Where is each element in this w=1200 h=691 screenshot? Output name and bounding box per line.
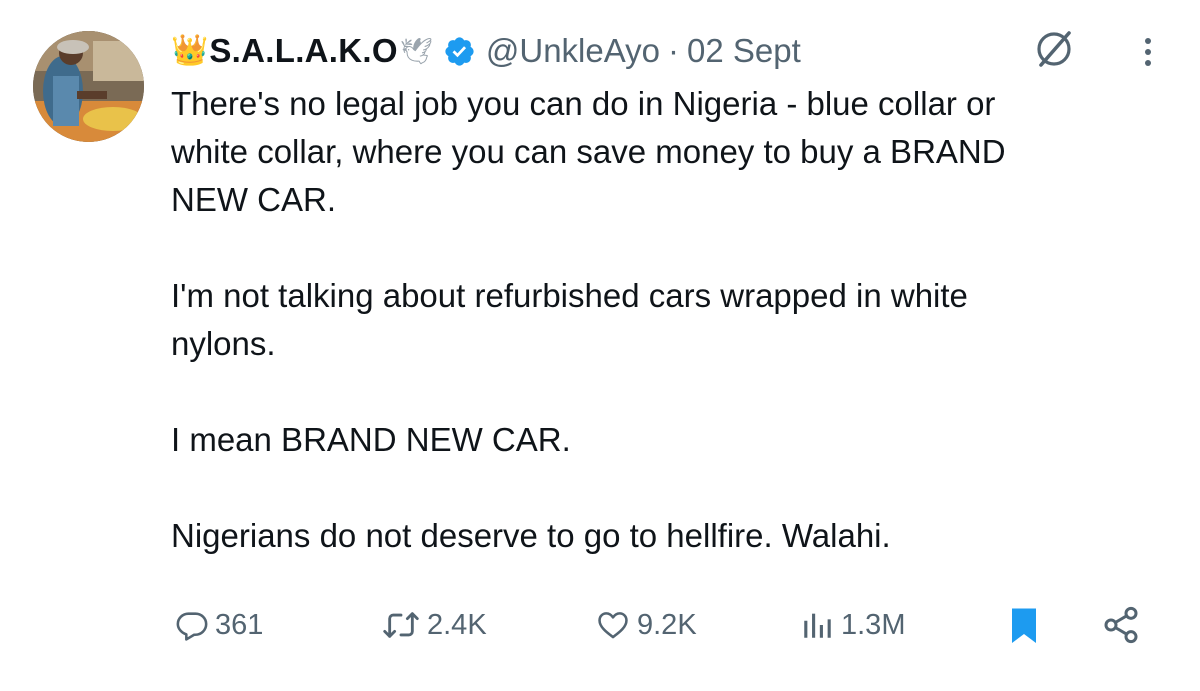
tweet-header: 👑 S.A.L.A.K.O 🕊 @UnkleAyo · 02 Sept — [171, 28, 801, 74]
share-button[interactable] — [1101, 600, 1141, 650]
reply-button[interactable]: 361 — [175, 600, 263, 650]
crown-emoji: 👑 — [171, 34, 209, 67]
dove-emoji: 🕊 — [399, 35, 433, 66]
repost-count: 2.4K — [427, 608, 487, 641]
tweet-date[interactable]: 02 Sept — [687, 32, 801, 70]
verified-badge-icon[interactable] — [443, 35, 476, 68]
views-chart-icon — [804, 613, 831, 638]
repost-button[interactable]: 2.4K — [381, 600, 487, 650]
avatar[interactable] — [33, 31, 144, 142]
views-count: 1.3M — [841, 608, 906, 641]
date-separator: · — [668, 32, 679, 69]
author-display-name[interactable]: S.A.L.A.K.O — [209, 32, 397, 70]
views-button[interactable]: 1.3M — [799, 600, 905, 650]
tweet-actions-bar: 361 2.4K 9.2K 1.3M — [171, 600, 1151, 650]
like-button[interactable]: 9.2K — [595, 600, 697, 650]
reply-icon — [176, 612, 208, 641]
share-icon — [1104, 606, 1138, 644]
author-handle[interactable]: @UnkleAyo — [486, 32, 660, 70]
heart-icon — [598, 612, 628, 639]
bookmark-button[interactable] — [1006, 600, 1042, 650]
more-vertical-icon[interactable] — [1133, 32, 1163, 72]
like-count: 9.2K — [637, 608, 697, 641]
avatar-image — [33, 31, 144, 142]
tweet-text: There's no legal job you can do in Niger… — [171, 85, 1006, 554]
bookmark-icon — [1012, 608, 1036, 643]
grok-icon[interactable] — [1032, 27, 1076, 71]
repost-icon — [383, 612, 419, 638]
tweet-card[interactable]: 👑 S.A.L.A.K.O 🕊 @UnkleAyo · 02 Sept Ther… — [0, 0, 1200, 691]
reply-count: 361 — [215, 608, 264, 641]
